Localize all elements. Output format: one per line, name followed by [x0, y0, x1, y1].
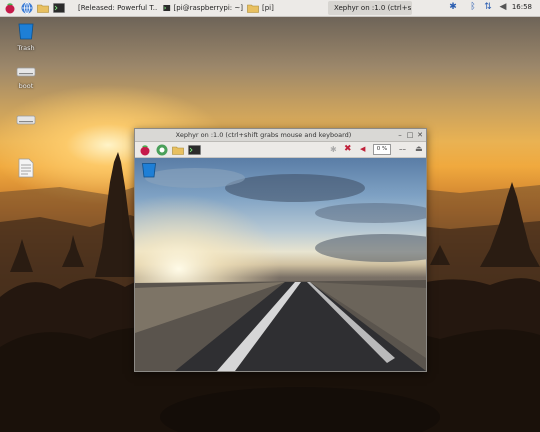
bluetooth-icon[interactable]: ✱ [448, 2, 458, 14]
maximize-button[interactable]: □ [406, 131, 414, 139]
clock-placeholder[interactable]: –– [399, 145, 406, 153]
drive-icon [16, 115, 36, 125]
desktop-icon-document[interactable] [8, 158, 44, 180]
bluetooth-icon[interactable]: ᛒ [468, 2, 478, 14]
desktop-icon-drive[interactable] [8, 114, 44, 128]
raspberry-menu-icon[interactable] [139, 144, 151, 156]
network-transfer-icon[interactable]: ⇅ [482, 2, 494, 14]
task-label: Xephyr on :1.0 (ctrl+s... [334, 4, 412, 12]
trash-icon[interactable] [141, 162, 157, 178]
folder-icon [247, 4, 259, 13]
task-xephyr[interactable]: Xephyr on :1.0 (ctrl+s... [328, 1, 412, 15]
top-panel: [Released: Powerful T... [pi@raspberrypi… [0, 0, 540, 17]
desktop-icon-label: boot [18, 82, 34, 90]
task-label: [Released: Powerful T... [78, 4, 158, 12]
desktop-icon-boot[interactable]: boot [8, 66, 44, 90]
bluetooth-icon[interactable]: ✱ [330, 145, 337, 154]
document-icon [18, 158, 34, 178]
xephyr-desktop-wallpaper [135, 158, 426, 371]
task-chromium[interactable]: [Released: Powerful T... [72, 1, 158, 15]
web-browser-icon[interactable] [156, 144, 168, 156]
xephyr-panel: ✱ ✖ ◀ 0 % –– ⏏ [135, 142, 426, 158]
task-file-manager[interactable]: [pi] [244, 1, 324, 15]
xephyr-window-title: Xephyr on :1.0 (ctrl+shift grabs mouse a… [175, 131, 352, 139]
clock[interactable]: 16:58 [512, 3, 532, 11]
task-terminal[interactable]: [pi@raspberrypi: ~] [160, 1, 246, 15]
file-manager-icon[interactable] [37, 2, 49, 14]
volume-muted-icon[interactable]: ◀ [360, 145, 365, 153]
terminal-icon[interactable] [188, 144, 201, 156]
volume-icon[interactable]: ◀ [498, 2, 508, 14]
web-browser-icon[interactable] [21, 2, 33, 14]
close-button[interactable]: ✕ [416, 131, 424, 139]
terminal-icon[interactable] [53, 2, 65, 14]
drive-icon [16, 67, 36, 77]
network-disconnected-icon[interactable]: ✖ [344, 144, 352, 154]
task-label: [pi] [262, 4, 274, 12]
raspberry-menu-icon[interactable] [4, 2, 16, 14]
file-manager-icon[interactable] [172, 144, 184, 156]
cpu-monitor: 0 % [373, 144, 391, 155]
road-wallpaper [135, 158, 426, 371]
desktop-icon-label: Trash [17, 44, 35, 52]
xephyr-titlebar[interactable]: Xephyr on :1.0 (ctrl+shift grabs mouse a… [135, 129, 426, 142]
trash-icon [18, 23, 34, 40]
minimize-button[interactable]: – [396, 131, 404, 139]
terminal-icon [163, 4, 171, 12]
eject-icon[interactable]: ⏏ [415, 144, 423, 153]
xephyr-window[interactable]: Xephyr on :1.0 (ctrl+shift grabs mouse a… [134, 128, 427, 372]
desktop-icon-trash[interactable]: Trash [8, 22, 44, 52]
task-label: [pi@raspberrypi: ~] [173, 4, 243, 12]
